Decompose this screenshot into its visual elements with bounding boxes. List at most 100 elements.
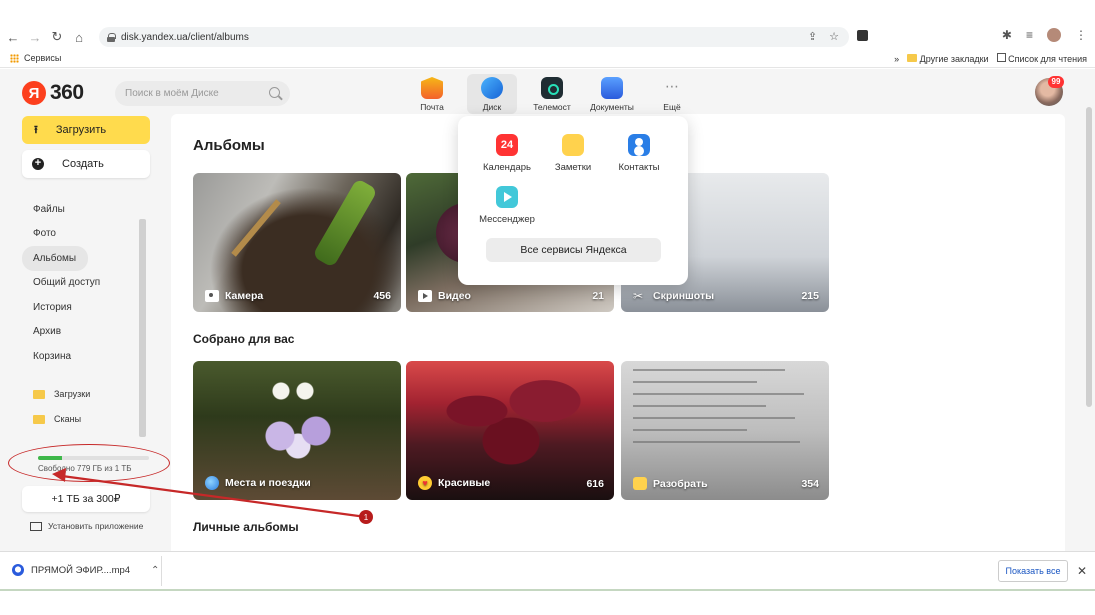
folder-icon	[907, 53, 918, 62]
bookmark-apps[interactable]: Сервисы	[10, 53, 61, 63]
album-label: ✂ Скриншоты	[633, 290, 714, 302]
service-label: Документы	[590, 102, 634, 112]
reload-icon[interactable]: ↻	[48, 28, 66, 46]
puzzle-icon[interactable]: ✱	[1002, 28, 1012, 42]
album-name: Разобрать	[653, 477, 708, 490]
reading-list-label: Список для чтения	[1008, 54, 1087, 64]
apps-grid-icon	[10, 53, 19, 63]
sidebar-item-trash[interactable]: Корзина	[22, 344, 142, 369]
documents-icon	[601, 77, 623, 99]
queue-icon[interactable]: ≡	[1026, 28, 1033, 42]
service-disk[interactable]: Диск	[467, 74, 517, 114]
home-icon[interactable]: ⌂	[70, 28, 88, 46]
upload-label: Загрузить	[55, 124, 107, 136]
computer-icon	[30, 521, 42, 531]
telemost-icon	[541, 77, 563, 99]
forward-arrow-icon[interactable]: →	[26, 28, 44, 46]
album-name: Скриншоты	[653, 290, 715, 302]
scrollbar-thumb[interactable]	[1086, 107, 1092, 407]
folder-label: Сканы	[54, 414, 82, 424]
install-app-link[interactable]: Установить приложение	[30, 521, 143, 531]
search-placeholder: Поиск в моём Диске	[125, 88, 219, 99]
contacts-icon	[628, 134, 650, 156]
menu-icon[interactable]: ⋮	[1075, 28, 1087, 42]
sidebar-item-history[interactable]: История	[22, 295, 142, 320]
globe-icon	[205, 476, 219, 490]
other-bookmarks[interactable]: Другие закладки	[907, 53, 989, 64]
bookmarks-bar: Сервисы » Другие закладки Список для чте…	[0, 50, 1095, 68]
search-input[interactable]: Поиск в моём Диске	[115, 81, 290, 106]
plus-icon: +	[32, 158, 44, 170]
star-icon[interactable]: ☆	[829, 30, 839, 43]
service-mail[interactable]: Почта	[402, 74, 462, 114]
service-telemost[interactable]: Телемост	[522, 74, 582, 114]
reading-list-icon	[996, 53, 1006, 62]
back-arrow-icon[interactable]: ←	[4, 28, 22, 46]
album-label: Видео	[418, 290, 471, 302]
buy-space-button[interactable]: +1 ТБ за 300₽	[22, 486, 150, 512]
service-more[interactable]: ⋯ Ещё	[642, 74, 702, 114]
sidebar-folder-scans[interactable]: Сканы	[22, 407, 142, 432]
popup-item-contacts[interactable]: Контакты	[609, 134, 669, 173]
album-card-beautiful[interactable]: ♥ Красивые 616	[406, 361, 614, 500]
reading-list[interactable]: Список для чтения	[996, 53, 1087, 64]
profile-icon[interactable]	[1047, 28, 1061, 42]
popup-item-messenger[interactable]: Мессенджер	[477, 186, 537, 225]
folder-label: Загрузки	[54, 389, 91, 399]
sidebar-nav: Файлы Фото Альбомы Общий доступ История …	[22, 197, 142, 432]
sidebar-folder-downloads[interactable]: Загрузки	[22, 382, 142, 407]
popup-item-calendar[interactable]: 24 Календарь	[477, 134, 537, 173]
close-icon[interactable]: ✕	[1077, 564, 1087, 578]
popup-item-notes[interactable]: Заметки	[543, 134, 603, 173]
create-button[interactable]: + Создать	[22, 150, 150, 178]
album-name: Видео	[438, 290, 471, 302]
service-label: Телемост	[533, 102, 571, 112]
document-preview	[633, 369, 823, 453]
share-icon[interactable]: ⇪	[808, 30, 817, 43]
popup-item-label: Мессенджер	[479, 214, 535, 225]
file-icon: ⬤	[12, 564, 24, 576]
annotation-ring	[8, 444, 170, 482]
album-card-camera[interactable]: Камера 456	[193, 173, 401, 312]
album-card-places[interactable]: Места и поездки	[193, 361, 401, 500]
service-documents[interactable]: Документы	[582, 74, 642, 114]
services-bar: Почта Диск Телемост Документы ⋯ Ещё	[402, 74, 702, 114]
all-services-button[interactable]: Все сервисы Яндекса	[486, 238, 661, 262]
album-card-sort[interactable]: Разобрать 354	[621, 361, 829, 500]
service-label: Ещё	[663, 102, 681, 112]
mail-icon	[421, 77, 443, 99]
yandex-logo-icon: Я	[22, 81, 46, 105]
messenger-icon	[496, 186, 518, 208]
camera-icon	[205, 290, 219, 302]
service-label: Почта	[420, 102, 444, 112]
sidebar-item-photo[interactable]: Фото	[22, 222, 142, 247]
album-name: Красивые	[438, 477, 491, 489]
sidebar-item-files[interactable]: Файлы	[22, 197, 142, 222]
album-label: Камера	[205, 290, 263, 302]
downloads-bar: ⬤ ПРЯМОЙ ЭФИР....mp4 ⌃ Показать все ✕	[0, 551, 1095, 591]
album-label: ♥ Красивые	[418, 476, 490, 490]
download-item[interactable]: ⬤ ПРЯМОЙ ЭФИР....mp4 ⌃	[12, 564, 159, 576]
album-name: Камера	[225, 290, 264, 302]
search-icon[interactable]	[269, 87, 280, 98]
calendar-icon: 24	[496, 134, 518, 156]
masks-icon	[633, 477, 647, 490]
album-count: 456	[373, 290, 391, 302]
more-bookmarks-icon[interactable]: »	[894, 54, 899, 64]
address-bar[interactable]: disk.yandex.ua/client/albums ⇪ ☆	[99, 27, 849, 47]
main-scrollbar[interactable]	[1085, 69, 1093, 551]
sidebar-item-albums[interactable]: Альбомы	[22, 246, 88, 271]
create-label: Создать	[62, 158, 104, 170]
sidebar-item-archive[interactable]: Архив	[22, 320, 142, 345]
popup-item-label: Контакты	[618, 162, 660, 173]
album-count: 215	[801, 290, 819, 302]
sidebar-item-shared[interactable]: Общий доступ	[22, 271, 142, 296]
logo[interactable]: Я 360	[22, 81, 84, 105]
show-all-button[interactable]: Показать все	[998, 560, 1068, 582]
extension-icon[interactable]	[857, 30, 868, 41]
popup-item-label: Заметки	[554, 162, 592, 173]
upload-button[interactable]: ⭱ Загрузить	[22, 116, 150, 144]
sidebar-scrollbar[interactable]	[139, 219, 146, 437]
chevron-up-icon[interactable]: ⌃	[151, 565, 159, 576]
album-name: Места и поездки	[225, 477, 311, 489]
